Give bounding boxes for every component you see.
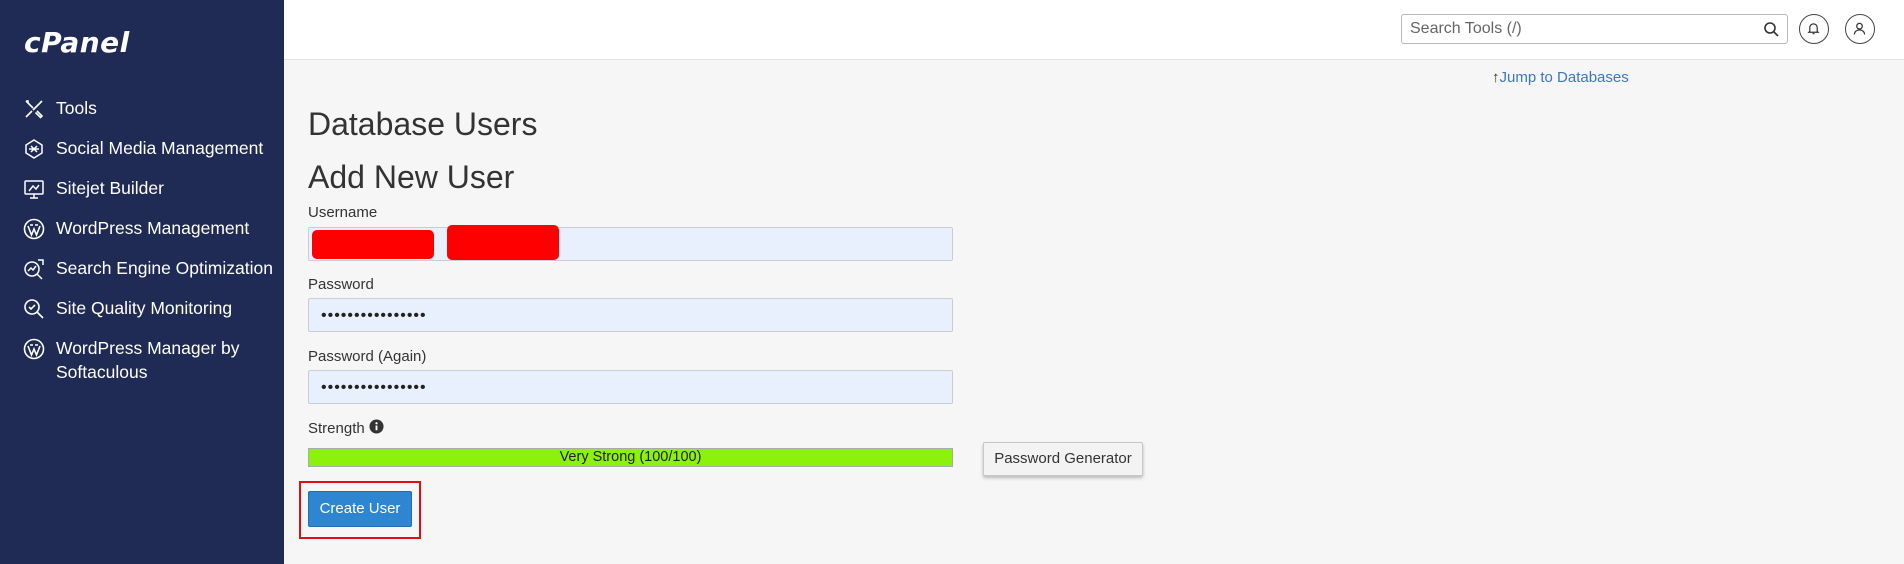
user-icon (1853, 22, 1866, 35)
sidebar-nav: Tools Social Media Management Sitejet Bu… (0, 92, 284, 396)
tools-icon (22, 97, 46, 121)
jump-to-databases-link[interactable]: ↑Jump to Databases (1492, 69, 1629, 86)
sidebar-item-social-media[interactable]: Social Media Management (0, 132, 284, 164)
sidebar-item-label: Site Quality Monitoring (56, 298, 233, 318)
sidebar-item-label: Sitejet Builder (56, 178, 164, 198)
redacted-prefix (312, 230, 434, 259)
sidebar-item-tools[interactable]: Tools (0, 92, 284, 124)
username-label: Username (308, 204, 378, 221)
notifications-button[interactable] (1799, 14, 1829, 44)
create-user-button[interactable]: Create User (308, 491, 412, 527)
search-icon[interactable] (1763, 21, 1779, 37)
strength-meter: Very Strong (100/100) (308, 448, 953, 467)
sidebar-item-wordpress-softaculous[interactable]: WordPress Manager by Softaculous (0, 332, 284, 388)
password-input[interactable] (321, 306, 921, 326)
info-icon[interactable] (369, 419, 384, 434)
strength-label: Strength (308, 420, 365, 437)
page-title: Database Users (308, 106, 538, 142)
sidebar-item-label: WordPress Management (56, 218, 250, 238)
sidebar-item-wordpress-management[interactable]: WordPress Management (0, 212, 284, 244)
password-field[interactable] (308, 298, 953, 332)
sidebar: cPanel Tools Social Media Management Sit… (0, 0, 284, 564)
sidebar-item-label: Tools (56, 98, 97, 118)
site-quality-icon (22, 297, 46, 321)
sidebar-item-sitejet[interactable]: Sitejet Builder (0, 172, 284, 204)
seo-icon (22, 257, 46, 281)
password-generator-button[interactable]: Password Generator (983, 442, 1143, 476)
sitejet-icon (22, 177, 46, 201)
social-media-icon (22, 137, 46, 161)
sidebar-item-seo[interactable]: Search Engine Optimization (0, 252, 284, 284)
password-again-label: Password (Again) (308, 348, 427, 365)
arrow-up-icon: ↑ (1492, 69, 1500, 86)
redacted-username (447, 225, 559, 260)
user-menu-button[interactable] (1845, 14, 1875, 44)
sidebar-item-label: WordPress Manager by Softaculous (56, 338, 240, 382)
password-label: Password (308, 276, 374, 293)
bell-icon (1807, 23, 1820, 35)
sidebar-item-label: Social Media Management (56, 138, 264, 158)
search-box[interactable] (1401, 14, 1788, 44)
password-again-field[interactable] (308, 370, 953, 404)
password-again-input[interactable] (321, 378, 921, 398)
search-input[interactable] (1410, 19, 1750, 39)
section-title: Add New User (308, 159, 515, 195)
sidebar-item-label: Search Engine Optimization (56, 258, 273, 278)
wordpress-icon (22, 337, 46, 361)
wordpress-icon (22, 217, 46, 241)
sidebar-item-site-quality[interactable]: Site Quality Monitoring (0, 292, 284, 324)
cpanel-logo[interactable]: cPanel (24, 26, 130, 59)
username-field[interactable] (308, 225, 953, 261)
